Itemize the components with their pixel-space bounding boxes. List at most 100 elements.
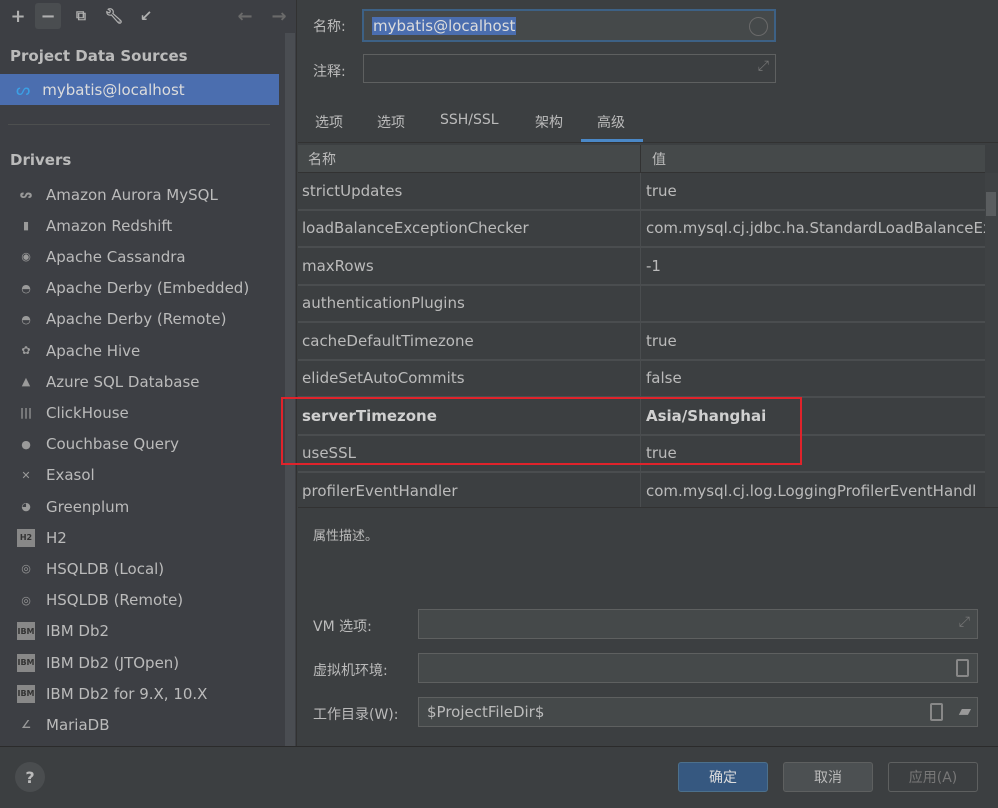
document-icon[interactable] (930, 703, 943, 721)
driver-item[interactable]: ◓ Apache Derby (Embedded) (0, 273, 280, 304)
table-row[interactable]: loadBalanceExceptionChecker com.mysql.cj.… (298, 210, 985, 248)
folder-icon[interactable]: ▰ (959, 701, 971, 720)
driver-item[interactable]: ◉ Apache Cassandra (0, 241, 280, 272)
back-icon[interactable]: ← (232, 3, 258, 29)
driver-item[interactable]: ◓ Apache Derby (Remote) (0, 304, 280, 335)
tab-schemas[interactable]: 架构 (535, 112, 563, 132)
forward-icon[interactable]: → (266, 3, 292, 29)
highlight-box (281, 397, 802, 465)
vm-env-input[interactable] (418, 653, 978, 683)
sidebar: + − ⧉ 🔧︎ ↙ ← → Project Data Sources ᔕ my… (0, 0, 297, 746)
table-row[interactable]: maxRows -1 (298, 248, 985, 286)
driver-label: Azure SQL Database (46, 372, 200, 391)
property-value[interactable]: true (642, 173, 985, 209)
driver-label: IBM Db2 for 9.X, 10.X (46, 684, 208, 703)
seal-icon: ∠ (21, 718, 31, 732)
add-icon[interactable]: + (5, 3, 31, 29)
property-value[interactable]: com.mysql.cj.jdbc.ha.StandardLoadBalance… (642, 211, 985, 247)
mysql-icon: ᔕ (16, 80, 31, 99)
greenplum-icon: ◕ (21, 500, 31, 513)
tab-advanced[interactable]: 高级 (597, 112, 625, 132)
vm-env-label: 虚拟机环境: (313, 663, 388, 679)
ok-button[interactable]: 确定 (678, 762, 768, 792)
property-name: loadBalanceExceptionChecker (298, 210, 641, 246)
driver-label: IBM Db2 (46, 622, 110, 641)
property-description: 属性描述。 (313, 529, 379, 544)
table-scrollbar-track[interactable] (985, 173, 998, 507)
vm-options-label: VM 选项: (313, 619, 372, 635)
driver-item[interactable]: ∠ MariaDB (0, 709, 280, 740)
color-circle-icon[interactable] (749, 17, 768, 36)
table-row[interactable]: strictUpdates true (298, 173, 985, 211)
expand-icon[interactable]: ⤢ (959, 614, 970, 630)
property-value[interactable]: true (642, 323, 985, 359)
tabs-divider (298, 142, 998, 143)
drivers-heading: Drivers (10, 151, 72, 169)
cancel-button[interactable]: 取消 (783, 762, 873, 792)
name-label: 名称: (313, 19, 346, 35)
driver-item[interactable]: ● Couchbase Query (0, 429, 280, 460)
table-header: 名称 值 (298, 145, 985, 173)
driver-item[interactable]: IBM IBM Db2 (0, 616, 280, 647)
tab-ssh-ssl[interactable]: SSH/SSL (440, 112, 499, 128)
data-source-item[interactable]: ᔕ mybatis@localhost (0, 74, 279, 105)
driver-item[interactable]: ▲ Azure SQL Database (0, 366, 280, 397)
azure-icon: ▲ (21, 375, 31, 389)
driver-item[interactable]: ◕ Greenplum (0, 491, 280, 522)
working-dir-input[interactable]: $ProjectFileDir$ ▰ (418, 697, 978, 727)
remove-icon[interactable]: − (35, 3, 61, 29)
property-name: cacheDefaultTimezone (298, 323, 641, 359)
apply-button[interactable]: 应用(A) (888, 762, 978, 792)
name-input[interactable]: mybatis@localhost (362, 9, 776, 42)
driver-label: Greenplum (46, 497, 130, 516)
driver-item[interactable]: ▮ Amazon Redshift (0, 210, 280, 241)
header-name[interactable]: 名称 (298, 145, 641, 172)
redshift-icon: ▮ (22, 219, 30, 233)
copy-icon[interactable]: ⧉ (68, 3, 94, 29)
comment-label: 注释: (313, 64, 346, 80)
property-value[interactable]: false (642, 361, 985, 397)
property-name: strictUpdates (298, 173, 641, 209)
driver-item[interactable]: ||| ClickHouse (0, 397, 280, 428)
wrench-icon[interactable]: 🔧︎ (101, 3, 127, 29)
table-row[interactable]: cacheDefaultTimezone true (298, 323, 985, 361)
driver-item[interactable]: ◎ HSQLDB (Remote) (0, 585, 280, 616)
ibm-icon: IBM (17, 684, 35, 703)
property-value[interactable]: -1 (642, 248, 985, 284)
driver-item[interactable]: H2 H2 (0, 522, 280, 553)
property-name: authenticationPlugins (298, 285, 641, 321)
property-value[interactable] (642, 286, 985, 322)
driver-label: Couchbase Query (46, 435, 180, 454)
driver-item[interactable]: IBM IBM Db2 for 9.X, 10.X (0, 678, 280, 709)
vm-options-input[interactable]: ⤢ (418, 609, 978, 639)
help-button[interactable]: ? (15, 762, 45, 792)
driver-label: IBM Db2 (JTOpen) (46, 653, 180, 672)
driver-item[interactable]: ◎ HSQLDB (Local) (0, 553, 280, 584)
name-value: mybatis@localhost (372, 16, 517, 35)
project-data-sources-heading: Project Data Sources (10, 47, 188, 65)
driver-item[interactable]: ᔕ Amazon Aurora MySQL (0, 179, 280, 210)
hat-icon: ◓ (21, 281, 31, 295)
driver-label: Amazon Aurora MySQL (46, 185, 218, 204)
import-icon[interactable]: ↙ (133, 3, 159, 29)
tab-options-2[interactable]: 选项 (377, 112, 405, 132)
property-value[interactable]: com.mysql.cj.log.LoggingProfilerEventHan… (642, 473, 985, 507)
table-scrollbar-thumb[interactable] (986, 192, 996, 216)
driver-item[interactable]: ✕ Exasol (0, 460, 280, 491)
tab-options-1[interactable]: 选项 (315, 112, 343, 132)
couchbase-icon: ● (21, 437, 31, 451)
driver-item[interactable]: ✿ Apache Hive (0, 335, 280, 366)
driver-item[interactable]: IBM IBM Db2 (JTOpen) (0, 647, 280, 678)
driver-label: Apache Derby (Embedded) (46, 279, 250, 298)
working-dir-label: 工作目录(W): (313, 707, 399, 723)
table-row[interactable]: elideSetAutoCommits false (298, 360, 985, 398)
table-row[interactable]: authenticationPlugins (298, 285, 985, 323)
footer-divider (0, 746, 998, 747)
sidebar-scrollbar[interactable] (285, 33, 295, 746)
driver-label: Exasol (46, 466, 95, 485)
header-value[interactable]: 值 (642, 145, 985, 172)
comment-input[interactable]: ⤢ (363, 54, 776, 83)
document-icon[interactable] (956, 659, 969, 677)
expand-icon[interactable]: ⤢ (758, 58, 769, 74)
table-row[interactable]: profilerEventHandler com.mysql.cj.log.Log… (298, 473, 985, 507)
